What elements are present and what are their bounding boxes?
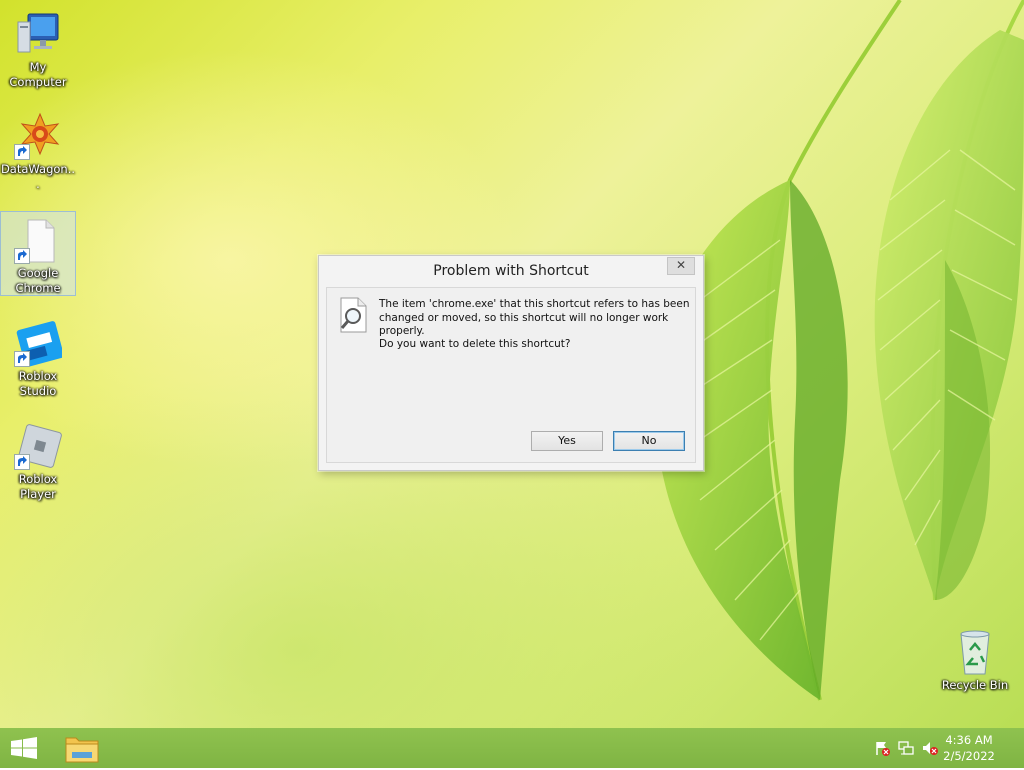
- desktop-icon-my-computer[interactable]: My Computer: [0, 6, 76, 90]
- desktop-icon-recycle-bin[interactable]: Recycle Bin: [937, 624, 1013, 693]
- shortcut-arrow-icon: [14, 454, 30, 470]
- shortcut-arrow-icon: [14, 351, 30, 367]
- shortcut-arrow-icon: [14, 144, 30, 160]
- desktop-icon-label: Recycle Bin: [941, 678, 1009, 692]
- taskbar: 4:36 AM 2/5/2022: [0, 728, 1024, 768]
- no-button[interactable]: No: [613, 431, 685, 451]
- dialog-question: Do you want to delete this shortcut?: [379, 338, 571, 350]
- windows-logo-icon: [11, 737, 37, 759]
- shortcut-arrow-icon: [14, 248, 30, 264]
- document-search-icon: [338, 297, 368, 333]
- datawagon-icon: [14, 112, 62, 160]
- start-button[interactable]: [4, 732, 44, 764]
- dialog-title: Problem with Shortcut: [433, 263, 589, 279]
- desktop-icon-label: Google Chrome: [15, 266, 61, 295]
- desktop-icon-label: Roblox Studio: [18, 369, 58, 398]
- dialog-message: The item 'chrome.exe' that this shortcut…: [379, 298, 690, 337]
- clock-date: 2/5/2022: [943, 749, 995, 763]
- desktop-icon-datawagon[interactable]: DataWagon...: [0, 108, 76, 192]
- taskbar-clock[interactable]: 4:36 AM 2/5/2022: [934, 732, 1004, 764]
- problem-with-shortcut-dialog[interactable]: Problem with Shortcut ✕ The item 'chrome…: [318, 255, 704, 471]
- desktop-icon-google-chrome[interactable]: Google Chrome: [0, 211, 76, 296]
- desktop-icon-roblox-studio[interactable]: Roblox Studio: [0, 315, 76, 399]
- file-explorer-icon: [65, 737, 99, 763]
- desktop-icon-label: My Computer: [9, 60, 67, 89]
- taskbar-file-explorer-button[interactable]: [60, 730, 104, 766]
- desktop-icon-label: DataWagon...: [0, 162, 76, 191]
- yes-button[interactable]: Yes: [531, 431, 603, 451]
- roblox-player-icon: [14, 422, 62, 470]
- desktop-icon-label: Roblox Player: [18, 472, 58, 501]
- network-icon[interactable]: [898, 740, 914, 756]
- clock-time: 4:36 AM: [945, 733, 993, 747]
- dialog-content: The item 'chrome.exe' that this shortcut…: [326, 287, 696, 463]
- desktop[interactable]: My Computer DataWagon... Google Chrome R…: [0, 0, 1024, 728]
- recycle-bin-icon: [951, 628, 999, 676]
- computer-icon: [14, 10, 62, 58]
- dialog-close-button[interactable]: ✕: [667, 257, 695, 275]
- roblox-studio-icon: [14, 319, 64, 367]
- desktop-icon-roblox-player[interactable]: Roblox Player: [0, 418, 76, 502]
- blank-file-icon: [14, 216, 62, 264]
- action-center-flag-icon[interactable]: [874, 740, 890, 756]
